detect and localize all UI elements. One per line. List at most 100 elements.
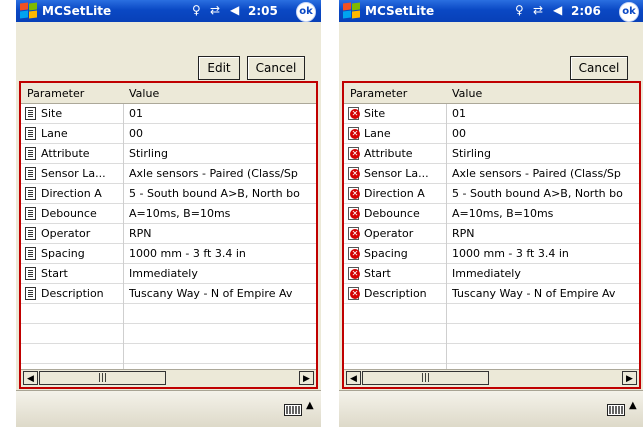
scrollbar-thumb[interactable]: ||| <box>39 371 166 385</box>
value-column-header[interactable]: Value <box>129 87 159 100</box>
phone-signal-icon[interactable]: ♀ <box>515 3 524 17</box>
edit-button[interactable]: Edit <box>198 56 240 80</box>
table-row[interactable]: Description Tuscany Way - N of Empire Av <box>21 284 316 303</box>
table-row[interactable]: Sensor La... Axle sensors - Paired (Class… <box>344 164 639 183</box>
table-row[interactable]: Start Immediately <box>21 264 316 283</box>
volume-icon[interactable]: ◀ <box>230 3 239 17</box>
table-row[interactable]: Start Immediately <box>344 264 639 283</box>
cancel-button[interactable]: Cancel <box>570 56 628 80</box>
keyboard-icon[interactable] <box>607 404 625 416</box>
error-icon <box>348 147 360 160</box>
error-icon <box>348 167 360 180</box>
clock[interactable]: 2:05 <box>248 4 278 18</box>
value-column-header[interactable]: Value <box>452 87 482 100</box>
parameter-grid[interactable]: Parameter Value Site 01 Lane 00 Attribute Sti… <box>19 81 318 389</box>
cancel-button[interactable]: Cancel <box>247 56 305 80</box>
parameter-cell: Attribute <box>364 147 413 160</box>
horizontal-scrollbar[interactable]: ◀ ||| ▶ <box>344 369 639 387</box>
value-cell: 5 - South bound A>B, North bo <box>129 187 300 200</box>
scroll-right-button[interactable]: ▶ <box>299 371 314 385</box>
error-icon <box>348 187 360 200</box>
connectivity-icon[interactable]: ⇄ <box>210 3 220 17</box>
value-cell: 00 <box>129 127 143 140</box>
scroll-left-button[interactable]: ◀ <box>23 371 38 385</box>
phone-signal-icon[interactable]: ♀ <box>192 3 201 17</box>
table-row[interactable]: Site 01 <box>344 104 639 123</box>
parameter-cell: Lane <box>41 127 68 140</box>
ok-button[interactable]: ok <box>296 2 316 22</box>
parameter-cell: Spacing <box>41 247 85 260</box>
table-row[interactable]: Description Tuscany Way - N of Empire Av <box>344 284 639 303</box>
windows-start-icon[interactable] <box>20 2 38 19</box>
value-cell: 01 <box>129 107 143 120</box>
parameter-cell: Direction A <box>41 187 102 200</box>
table-row[interactable]: Spacing 1000 mm - 3 ft 3.4 in <box>344 244 639 263</box>
value-cell: 01 <box>452 107 466 120</box>
table-row[interactable]: Direction A 5 - South bound A>B, North bo <box>344 184 639 203</box>
menu-bar: ▲ <box>339 390 643 427</box>
value-cell: Stirling <box>452 147 491 160</box>
error-icon <box>348 107 360 120</box>
table-row[interactable]: Attribute Stirling <box>344 144 639 163</box>
document-icon <box>25 167 36 180</box>
scroll-right-button[interactable]: ▶ <box>622 371 637 385</box>
table-row[interactable]: Lane 00 <box>21 124 316 143</box>
table-row[interactable]: Debounce A=10ms, B=10ms <box>21 204 316 223</box>
parameter-column-header[interactable]: Parameter <box>350 87 407 100</box>
value-cell: 5 - South bound A>B, North bo <box>452 187 623 200</box>
table-row[interactable]: Debounce A=10ms, B=10ms <box>344 204 639 223</box>
table-row[interactable]: Attribute Stirling <box>21 144 316 163</box>
scrollbar-thumb[interactable]: ||| <box>362 371 489 385</box>
parameter-cell: Attribute <box>41 147 90 160</box>
title-bar: MCSetLite ♀ ⇄ ◀ 2:05 ok <box>16 0 321 22</box>
windows-start-icon[interactable] <box>343 2 361 19</box>
title-bar: MCSetLite ♀ ⇄ ◀ 2:06 ok <box>339 0 643 22</box>
document-icon <box>25 227 36 240</box>
parameter-cell: Debounce <box>364 207 420 220</box>
document-icon <box>25 107 36 120</box>
grid-header: Parameter Value <box>344 83 639 104</box>
parameter-cell: Sensor La... <box>364 167 429 180</box>
pocketpc-screen-left: MCSetLite ♀ ⇄ ◀ 2:05 ok Edit Cancel Para… <box>16 0 321 427</box>
table-row[interactable]: Operator RPN <box>21 224 316 243</box>
input-panel-arrow-icon[interactable]: ▲ <box>306 400 314 411</box>
table-row[interactable]: Sensor La... Axle sensors - Paired (Class… <box>21 164 316 183</box>
connectivity-icon[interactable]: ⇄ <box>533 3 543 17</box>
value-cell: Immediately <box>129 267 198 280</box>
toolbar: Cancel <box>339 22 643 80</box>
app-title: MCSetLite <box>365 4 435 18</box>
value-cell: Tuscany Way - N of Empire Av <box>129 287 293 300</box>
error-icon <box>348 207 360 220</box>
app-title: MCSetLite <box>42 4 112 18</box>
scroll-left-button[interactable]: ◀ <box>346 371 361 385</box>
table-row[interactable]: Spacing 1000 mm - 3 ft 3.4 in <box>21 244 316 263</box>
grid-header: Parameter Value <box>21 83 316 104</box>
horizontal-scrollbar[interactable]: ◀ ||| ▶ <box>21 369 316 387</box>
volume-icon[interactable]: ◀ <box>553 3 562 17</box>
value-cell: Tuscany Way - N of Empire Av <box>452 287 616 300</box>
value-cell: Axle sensors - Paired (Class/Sp <box>129 167 298 180</box>
parameter-cell: Sensor La... <box>41 167 106 180</box>
ok-button[interactable]: ok <box>619 2 639 22</box>
document-icon <box>25 247 36 260</box>
table-row[interactable]: Operator RPN <box>344 224 639 243</box>
parameter-column-header[interactable]: Parameter <box>27 87 84 100</box>
parameter-cell: Operator <box>364 227 414 240</box>
value-cell: 00 <box>452 127 466 140</box>
document-icon <box>25 267 36 280</box>
pocketpc-screen-right: MCSetLite ♀ ⇄ ◀ 2:06 ok Cancel Parameter… <box>339 0 643 427</box>
toolbar: Edit Cancel <box>16 22 321 80</box>
document-icon <box>25 147 36 160</box>
table-row[interactable]: Direction A 5 - South bound A>B, North bo <box>21 184 316 203</box>
parameter-cell: Debounce <box>41 207 97 220</box>
value-cell: A=10ms, B=10ms <box>452 207 554 220</box>
value-cell: 1000 mm - 3 ft 3.4 in <box>452 247 569 260</box>
parameter-cell: Description <box>41 287 104 300</box>
table-row[interactable]: Site 01 <box>21 104 316 123</box>
parameter-grid[interactable]: Parameter Value Site 01 Lane 00 Attribute Sti… <box>342 81 641 389</box>
parameter-cell: Operator <box>41 227 91 240</box>
clock[interactable]: 2:06 <box>571 4 601 18</box>
keyboard-icon[interactable] <box>284 404 302 416</box>
table-row[interactable]: Lane 00 <box>344 124 639 143</box>
input-panel-arrow-icon[interactable]: ▲ <box>629 400 637 411</box>
